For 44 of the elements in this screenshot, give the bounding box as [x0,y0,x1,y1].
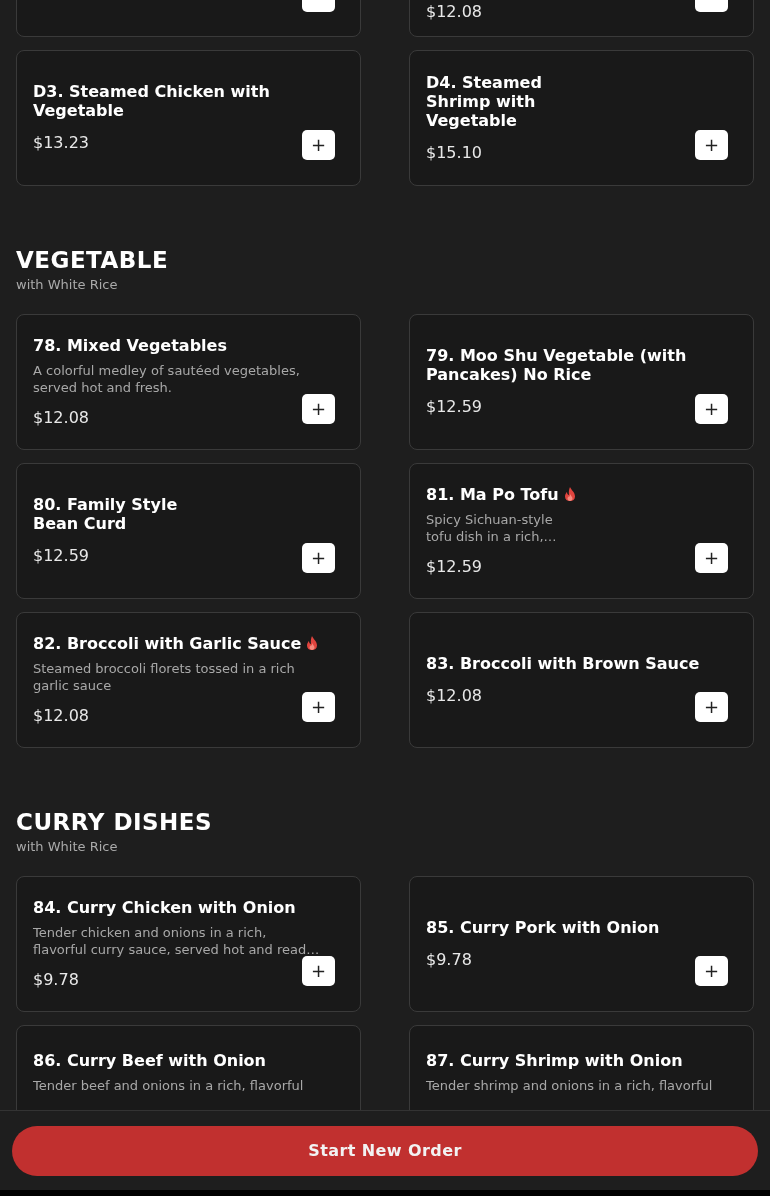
item-price: $12.08 [33,406,89,429]
item-description: Tender shrimp and onions in a rich, flavorful [426,1077,713,1094]
item-title: 87. Curry Shrimp with Onion [426,1051,683,1070]
item-price: $13.23 [33,132,89,154]
add-button[interactable]: + [695,130,728,160]
add-button[interactable]: + [695,956,728,986]
item-description: Tender beef and onions in a rich, flavorful [33,1077,304,1094]
add-button[interactable]: + [302,692,335,722]
item-price: $12.08 [426,684,482,707]
item-description: A colorful medley of sautéed vegetables, served hot and fresh. [33,361,300,396]
item-price: $12.08 [33,704,89,727]
item-title: 82. Broccoli with Garlic Sauce [33,633,302,653]
item-title: 81. Ma Po Tofu [426,484,559,504]
item-price: $12.59 [426,555,482,578]
item-title: D3. Steamed Chicken with Vegetable [33,82,271,120]
item-title: 86. Curry Beef with Onion [33,1051,266,1070]
item-title: D4. Steamed Shrimp with Vegetable [426,72,542,130]
item-title: 83. Broccoli with Brown Sauce [426,653,700,673]
item-price: $12.59 [426,396,482,418]
item-title: 85. Curry Pork with Onion [426,917,660,937]
section-heading: CURRY DISHES [16,808,214,836]
add-button[interactable]: + [302,394,335,424]
add-button[interactable]: + [695,543,728,573]
item-title: 84. Curry Chicken with Onion [33,897,296,917]
item-price: $9.78 [33,968,79,991]
item-description: Spicy Sichuan-style tofu dish in a rich,… [426,510,557,545]
item-title: 79. Moo Shu Vegetable (with Pancakes) No Rice [426,346,687,384]
section-heading: VEGETABLE [16,246,170,274]
item-price: $9.78 [426,948,472,971]
item-price: $12.59 [33,545,89,567]
section-subheading: with White Rice [16,276,119,294]
item-title: 80. Family Style Bean Curd [33,495,178,533]
item-price: $15.10 [426,141,482,164]
add-button[interactable]: + [695,394,728,424]
item-description: Tender chicken and onions in a rich, flavorful curry sauce, served hot and read… [33,923,320,958]
item-price: $12.08 [426,1,482,23]
section-subheading: with White Rice [16,838,119,856]
item-description: Steamed broccoli florets tossed in a rich garlic sauce [33,659,295,694]
add-button[interactable]: + [695,692,728,722]
add-button[interactable]: + [302,956,335,986]
start-order-button[interactable]: Start New Order [12,1125,758,1176]
item-title: 78. Mixed Vegetables [33,335,227,355]
add-button[interactable]: + [302,130,335,160]
add-button[interactable]: + [302,543,335,573]
